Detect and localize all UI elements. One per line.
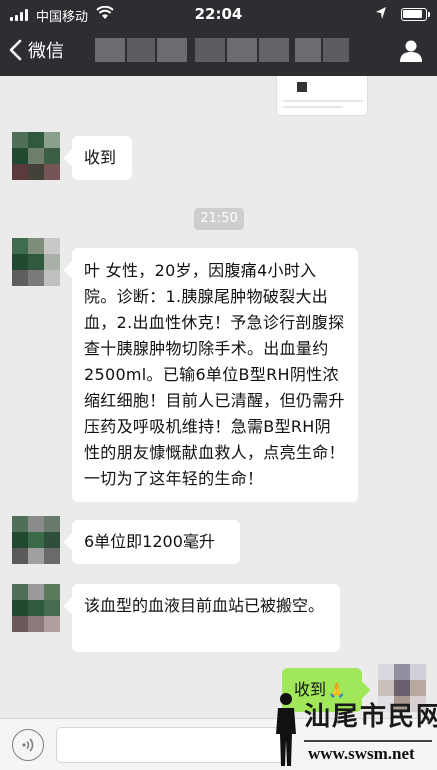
- watermark-name: 汕尾市民网: [304, 702, 437, 732]
- avatar[interactable]: [12, 584, 60, 632]
- message-text: 该血型的血液目前血站已被搬空。: [84, 596, 325, 615]
- message-bubble[interactable]: 收到: [72, 136, 132, 180]
- location-arrow-icon: [376, 7, 386, 19]
- message-text: 收到: [84, 148, 117, 167]
- message-bubble[interactable]: 6单位即1200毫升: [72, 520, 240, 564]
- forwarded-image[interactable]: [276, 76, 368, 116]
- message-text: 叶 女性，20岁，因腹痛4小时入院。诊断：1.胰腺尾肿物破裂大出血，2.出血性休…: [84, 261, 345, 488]
- message-bubble[interactable]: 叶 女性，20岁，因腹痛4小时入院。诊断：1.胰腺尾肿物破裂大出血，2.出血性休…: [72, 248, 358, 502]
- back-label: 微信: [28, 41, 64, 62]
- message-bubble[interactable]: 该血型的血液目前血站已被搬空。: [72, 584, 340, 652]
- timestamp: 21:50: [194, 208, 244, 230]
- site-watermark: 汕尾市民网 www.swsm.net: [268, 688, 437, 770]
- fisherman-silhouette-icon: [276, 693, 296, 766]
- avatar[interactable]: [12, 132, 60, 180]
- battery-icon: [401, 8, 430, 21]
- profile-icon[interactable]: [399, 38, 423, 62]
- avatar[interactable]: [12, 516, 60, 564]
- chevron-left-icon: [9, 39, 22, 61]
- top-bar: 中国移动 22:04 微信: [0, 0, 437, 76]
- chat-title-redacted: [95, 38, 350, 62]
- message-text: 6单位即1200毫升: [84, 532, 215, 551]
- voice-input-button[interactable]: [12, 729, 44, 761]
- message-input[interactable]: [56, 727, 284, 763]
- watermark-url: www.swsm.net: [308, 744, 415, 763]
- voice-icon: [22, 738, 34, 752]
- clock: 22:04: [194, 5, 243, 23]
- avatar[interactable]: [12, 238, 60, 286]
- status-bar: 中国移动 22:04: [0, 0, 437, 30]
- back-button[interactable]: 微信: [8, 34, 64, 66]
